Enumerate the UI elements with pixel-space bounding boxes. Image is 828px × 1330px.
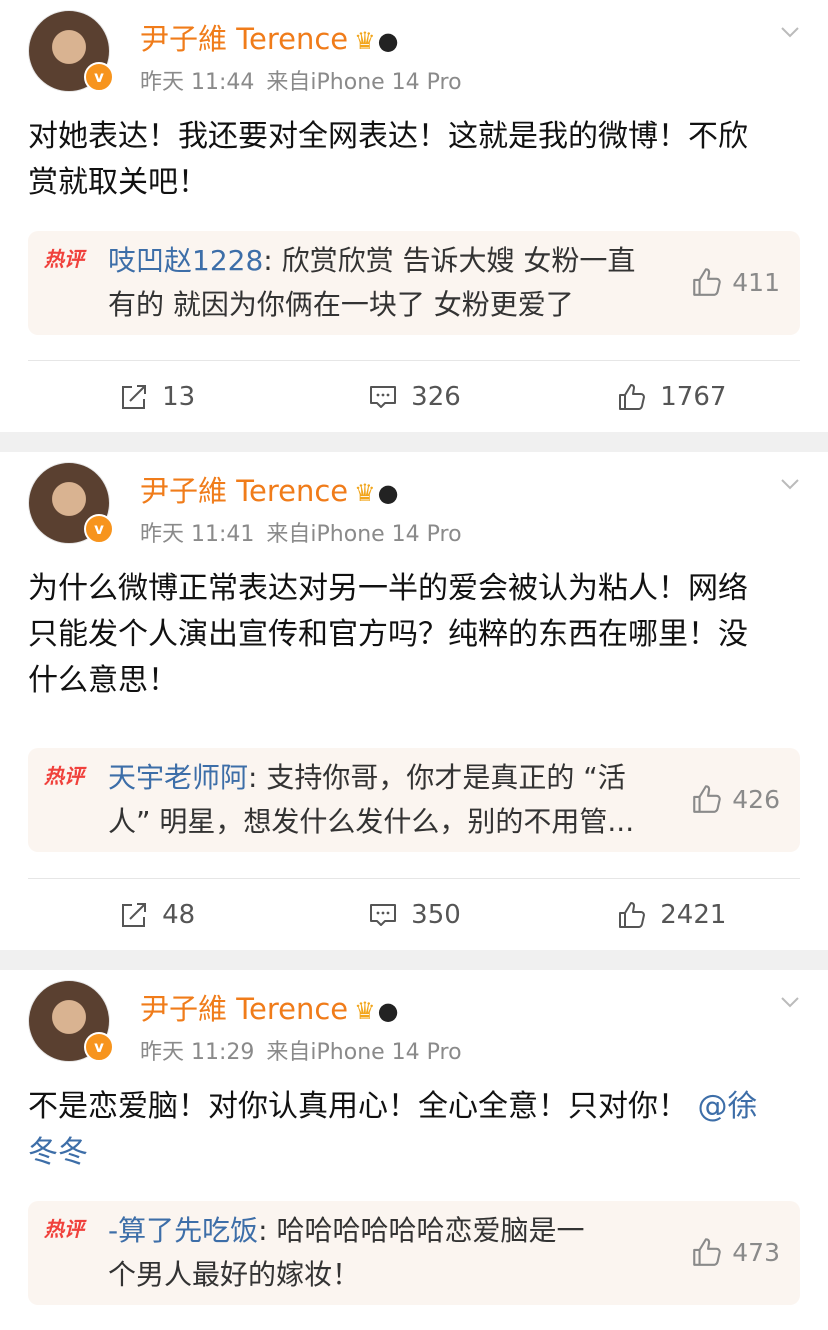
post-meta: 昨天 11:44 来自iPhone 14 Pro: [140, 64, 462, 96]
action-bar: 13 326 1767: [28, 360, 800, 433]
hot-comment-line: : 支持你哥，你才是真正的 “活: [248, 761, 626, 794]
crown-icon: ♛: [354, 27, 376, 55]
post-card: v 尹子維 Terence ♛● 昨天 11:44 来自iPhone 14 Pro …: [0, 0, 828, 432]
post-source: 来自iPhone 14 Pro: [266, 70, 462, 95]
panda-icon: ●: [377, 27, 399, 55]
verified-v-badge-icon: v: [84, 62, 114, 92]
post-separator: [0, 432, 828, 452]
thumbs-up-icon: [693, 785, 722, 813]
verified-v-badge-icon: v: [84, 1032, 114, 1062]
post-separator: [0, 950, 828, 970]
post-text: 对她表达！我还要对全网表达！这就是我的微博！不欣 赏就取关吧！: [28, 114, 800, 206]
hot-comment-like-button[interactable]: 411: [690, 265, 780, 299]
avatar[interactable]: v: [28, 462, 114, 544]
hot-comment-like-count: 411: [732, 267, 780, 297]
hot-comment-line: 有的 就因为你俩在一块了 女粉更爱了: [108, 288, 574, 321]
like-count: 1767: [660, 382, 727, 412]
panda-icon: ●: [377, 479, 399, 507]
chevron-down-icon[interactable]: [780, 474, 800, 494]
post-text-line: 不是恋爱脑！对你认真用心！全心全意！只对你！: [28, 1089, 688, 1124]
post-text-line: 为什么微博正常表达对另一半的爱会被认为粘人！网络: [28, 571, 748, 606]
comment-count: 350: [411, 900, 461, 930]
thumbs-up-icon: [693, 268, 722, 296]
post-time: 昨天 11:29: [140, 1040, 255, 1065]
hot-comment-like-button[interactable]: 426: [690, 782, 780, 816]
hot-comment[interactable]: 热评 吱凹赵1228: 欣赏欣赏 告诉大嫂 女粉一直 有的 就因为你俩在一块了 …: [28, 231, 800, 335]
mention-link[interactable]: @徐: [698, 1089, 758, 1124]
thumbs-up-icon: [619, 902, 646, 928]
repost-button[interactable]: 48: [28, 899, 285, 931]
mention-link-continued[interactable]: 冬冬: [28, 1130, 800, 1176]
avatar[interactable]: v: [28, 980, 114, 1062]
thumbs-up-icon: [693, 1238, 722, 1266]
post-text: 不是恋爱脑！对你认真用心！全心全意！只对你！ @徐 冬冬: [28, 1084, 800, 1176]
comment-icon: [370, 904, 397, 926]
post-meta: 昨天 11:29 来自iPhone 14 Pro: [140, 1034, 462, 1066]
hot-comment-line: 个男人最好的嫁妆！: [108, 1258, 361, 1291]
post-meta: 昨天 11:41 来自iPhone 14 Pro: [140, 516, 462, 548]
post-text: 为什么微博正常表达对另一半的爱会被认为粘人！网络 只能发个人演出宣传和官方吗？纯…: [28, 566, 800, 704]
repost-icon: [122, 385, 147, 409]
hot-comment-like-button[interactable]: 473: [690, 1235, 780, 1269]
crown-icon: ♛: [354, 997, 376, 1025]
comment-button[interactable]: 326: [285, 381, 542, 413]
repost-button[interactable]: 13: [28, 381, 285, 413]
hot-comment-line: 人” 明星，想发什么发什么，别的不用管...: [108, 805, 635, 838]
author-name[interactable]: 尹子維 Terence ♛●: [140, 986, 399, 1028]
post-time: 昨天 11:41: [140, 522, 255, 547]
comment-count: 326: [411, 382, 461, 412]
hot-comment-line: : 欣赏欣赏 告诉大嫂 女粉一直: [263, 244, 636, 277]
post-text-line: 什么意思！: [28, 663, 178, 698]
thumbs-up-icon: [619, 384, 646, 410]
hot-comment-text: 吱凹赵1228: 欣赏欣赏 告诉大嫂 女粉一直 有的 就因为你俩在一块了 女粉更…: [108, 239, 668, 327]
hot-comment-tag: 热评: [44, 1217, 84, 1241]
like-count: 2421: [660, 900, 727, 930]
hot-comment-user[interactable]: 吱凹赵1228: [108, 244, 263, 277]
like-button[interactable]: 1767: [543, 381, 800, 413]
author-name-text: 尹子維 Terence: [140, 474, 349, 508]
repost-count: 13: [162, 382, 196, 412]
author-name[interactable]: 尹子維 Terence ♛●: [140, 16, 399, 58]
author-name[interactable]: 尹子維 Terence ♛●: [140, 468, 399, 510]
post-card: v 尹子維 Terence ♛● 昨天 11:29 来自iPhone 14 Pro …: [0, 970, 828, 1330]
hot-comment-user[interactable]: 天宇老师阿: [108, 761, 248, 794]
hot-comment[interactable]: 热评 天宇老师阿: 支持你哥，你才是真正的 “活 人” 明星，想发什么发什么，别…: [28, 748, 800, 852]
avatar[interactable]: v: [28, 10, 114, 92]
hot-comment-like-count: 426: [732, 784, 780, 814]
hot-comment-line: : 哈哈哈哈哈哈恋爱脑是一: [258, 1214, 585, 1247]
post-text-line: 只能发个人演出宣传和官方吗？纯粹的东西在哪里！没: [28, 617, 748, 652]
comment-button[interactable]: 350: [285, 899, 542, 931]
post-text-line: 对她表达！我还要对全网表达！这就是我的微博！不欣: [28, 119, 748, 154]
hot-comment-user[interactable]: -算了先吃饭: [108, 1214, 258, 1247]
comment-icon: [370, 386, 397, 408]
hot-comment-like-count: 473: [732, 1237, 780, 1267]
post-text-line: 赏就取关吧！: [28, 165, 208, 200]
hot-comment[interactable]: 热评 -算了先吃饭: 哈哈哈哈哈哈恋爱脑是一 个男人最好的嫁妆！ 473: [28, 1201, 800, 1305]
repost-icon: [122, 903, 147, 927]
post-source: 来自iPhone 14 Pro: [266, 522, 462, 547]
repost-count: 48: [162, 900, 196, 930]
chevron-down-icon[interactable]: [780, 992, 800, 1012]
action-bar: 48 350 2421: [28, 878, 800, 951]
hot-comment-tag: 热评: [44, 764, 84, 788]
verified-v-badge-icon: v: [84, 514, 114, 544]
hot-comment-text: 天宇老师阿: 支持你哥，你才是真正的 “活 人” 明星，想发什么发什么，别的不用…: [108, 756, 668, 844]
panda-icon: ●: [377, 997, 399, 1025]
hot-comment-tag: 热评: [44, 247, 84, 271]
chevron-down-icon[interactable]: [780, 22, 800, 42]
post-source: 来自iPhone 14 Pro: [266, 1040, 462, 1065]
author-name-text: 尹子維 Terence: [140, 992, 349, 1026]
post-card: v 尹子維 Terence ♛● 昨天 11:41 来自iPhone 14 Pro …: [0, 452, 828, 950]
post-time: 昨天 11:44: [140, 70, 255, 95]
hot-comment-text: -算了先吃饭: 哈哈哈哈哈哈恋爱脑是一 个男人最好的嫁妆！: [108, 1209, 668, 1297]
like-button[interactable]: 2421: [543, 899, 800, 931]
crown-icon: ♛: [354, 479, 376, 507]
author-name-text: 尹子維 Terence: [140, 22, 349, 56]
